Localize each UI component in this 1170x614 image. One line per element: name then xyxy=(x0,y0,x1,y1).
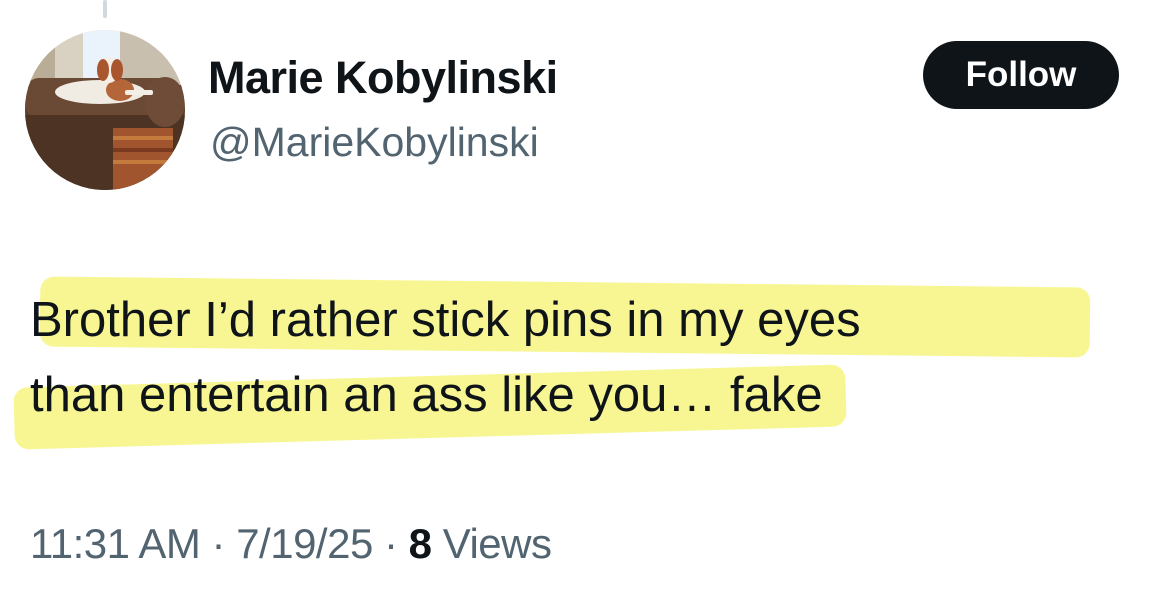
tweet-time[interactable]: 11:31 AM xyxy=(30,520,201,567)
tweet-date[interactable]: 7/19/25 xyxy=(236,520,373,567)
views-count: 8 xyxy=(408,520,432,567)
meta-separator: · xyxy=(384,520,398,567)
tweet-text-line: than entertain an ass like you… fake xyxy=(30,368,823,422)
meta-separator: · xyxy=(211,520,226,567)
author-handle[interactable]: @MarieKobylinski xyxy=(210,116,539,168)
follow-button[interactable]: Follow xyxy=(923,41,1119,109)
tweet-text: Brother I’d rather stick pins in my eyes… xyxy=(30,283,1150,433)
tweet-meta: 11:31 AM · 7/19/25 · 8 Views xyxy=(30,514,552,574)
thread-connector-line xyxy=(103,0,107,18)
author-display-name[interactable]: Marie Kobylinski xyxy=(208,50,558,106)
views-label: Views xyxy=(442,520,552,567)
avatar-photo xyxy=(25,30,185,190)
tweet-text-line: Brother I’d rather stick pins in my eyes xyxy=(30,293,861,347)
avatar[interactable] xyxy=(25,30,185,190)
